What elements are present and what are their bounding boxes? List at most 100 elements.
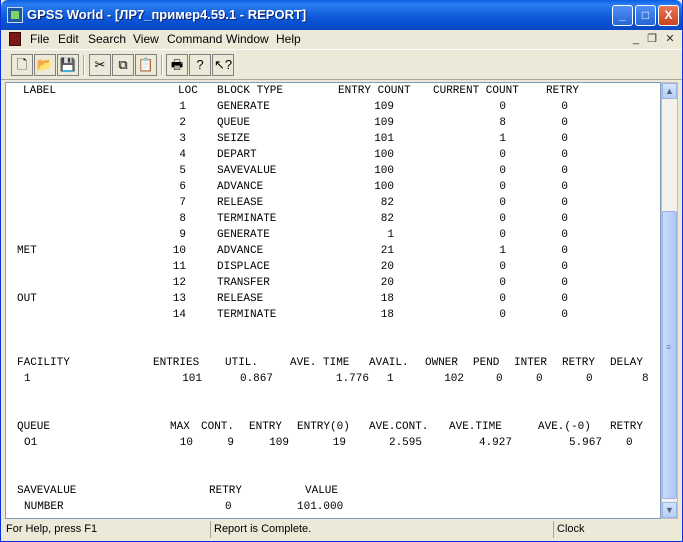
status-help: For Help, press F1	[6, 523, 98, 535]
facility-avail: 1	[387, 373, 394, 385]
block-entry-count: 100	[374, 149, 394, 161]
col-retry: RETRY	[610, 421, 644, 433]
blocks-header-row: LABEL LOC BLOCK TYPE ENTRY COUNT CURRENT…	[6, 83, 656, 99]
context-help-icon[interactable]: ↖?	[212, 54, 234, 76]
block-retry: 0	[561, 213, 568, 225]
gpss-app-icon[interactable]	[7, 7, 23, 23]
block-type: SAVEVALUE	[217, 165, 277, 177]
block-entry-count: 18	[380, 309, 394, 321]
block-entry-count: 109	[374, 101, 394, 113]
facility-entries: 101	[182, 373, 202, 385]
col-owner: OWNER	[425, 357, 459, 369]
open-folder-icon[interactable]: 📂	[34, 54, 56, 76]
block-retry: 0	[561, 293, 568, 305]
block-type: RELEASE	[217, 197, 264, 209]
printer-icon[interactable]: 🖶	[166, 54, 188, 76]
col-max: MAX	[170, 421, 190, 433]
queue-entry: 109	[269, 437, 289, 449]
col-savevalue: SAVEVALUE	[17, 485, 77, 497]
menu-help[interactable]: Help	[276, 32, 301, 46]
menu-bar: File Edit Search View Command Window Hel…	[1, 30, 682, 49]
queue-name: O1	[24, 437, 38, 449]
block-retry: 0	[561, 277, 568, 289]
block-current-count: 1	[499, 133, 506, 145]
menu-command[interactable]: Command	[167, 32, 222, 46]
block-type: GENERATE	[217, 101, 270, 113]
block-current-count: 0	[499, 309, 506, 321]
mdi-restore-button[interactable]: ❐	[644, 32, 660, 46]
block-type: TERMINATE	[217, 213, 277, 225]
menu-edit[interactable]: Edit	[58, 32, 79, 46]
col-ave-time: AVE.TIME	[449, 421, 502, 433]
scissors-icon[interactable]: ✂	[89, 54, 111, 76]
report-text-area[interactable]: LABEL LOC BLOCK TYPE ENTRY COUNT CURRENT…	[5, 82, 661, 519]
block-row: 3 SEIZE 101 1 0	[6, 131, 656, 147]
queue-entry0: 19	[332, 437, 346, 449]
block-row: 14 TERMINATE 18 0 0	[6, 307, 656, 323]
menu-file[interactable]: File	[30, 32, 49, 46]
block-type: RELEASE	[217, 293, 264, 305]
menu-search[interactable]: Search	[88, 32, 126, 46]
facility-row: 1 101 0.867 1.776 1 102 0 0 0 8	[6, 371, 656, 387]
block-current-count: 1	[499, 245, 506, 257]
block-row: OUT 13 RELEASE 18 0 0	[6, 291, 656, 307]
block-row: 2 QUEUE 109 8 0	[6, 115, 656, 131]
menu-view[interactable]: View	[133, 32, 159, 46]
block-type: TERMINATE	[217, 309, 277, 321]
col-queue: QUEUE	[17, 421, 51, 433]
menu-window[interactable]: Window	[226, 32, 269, 46]
queue-ave-time: 4.927	[478, 437, 512, 449]
scroll-up-arrow-icon[interactable]: ▲	[662, 83, 677, 99]
block-retry: 0	[561, 261, 568, 273]
queue-header-row: QUEUE MAX CONT. ENTRY ENTRY(0) AVE.CONT.…	[6, 419, 656, 435]
col-entry0: ENTRY(0)	[297, 421, 350, 433]
close-button[interactable]: X	[658, 5, 679, 26]
scroll-down-arrow-icon[interactable]: ▼	[662, 502, 677, 518]
col-loc: LOC	[178, 85, 198, 97]
vertical-scrollbar[interactable]: ▲ ≡ ▼	[661, 82, 678, 519]
savevalue-row: NUMBER 0 101.000	[6, 499, 656, 515]
toolbar: 🗋 📂 💾 ✂ ⧉ 📋 🖶 ? ↖?	[1, 49, 682, 80]
copy-icon[interactable]: ⧉	[112, 54, 134, 76]
block-loc: 3	[179, 133, 186, 145]
block-loc: 6	[179, 181, 186, 193]
minimize-button[interactable]: _	[612, 5, 633, 26]
block-loc: 8	[179, 213, 186, 225]
block-retry: 0	[561, 309, 568, 321]
block-loc: 4	[179, 149, 186, 161]
scrollbar-thumb[interactable]: ≡	[662, 211, 677, 499]
block-loc: 10	[172, 245, 186, 257]
col-retry: RETRY	[546, 85, 580, 97]
block-row: 8 TERMINATE 82 0 0	[6, 211, 656, 227]
col-retry: RETRY	[209, 485, 243, 497]
mdi-close-button[interactable]: ✕	[662, 32, 678, 46]
col-pend: PEND	[473, 357, 500, 369]
block-row: 5 SAVEVALUE 100 0 0	[6, 163, 656, 179]
block-type: ADVANCE	[217, 181, 264, 193]
facility-name: 1	[24, 373, 31, 385]
mdi-minimize-button[interactable]: _	[628, 32, 644, 46]
block-row: 4 DEPART 100 0 0	[6, 147, 656, 163]
block-loc: 2	[179, 117, 186, 129]
document-system-menu-icon[interactable]	[9, 32, 21, 46]
save-disk-icon[interactable]: 💾	[57, 54, 79, 76]
block-row: 1 GENERATE 109 0 0	[6, 99, 656, 115]
block-entry-count: 101	[374, 133, 394, 145]
new-document-icon[interactable]: 🗋	[11, 54, 33, 76]
col-delay: DELAY	[610, 357, 644, 369]
block-loc: 14	[172, 309, 186, 321]
block-row: 11 DISPLACE 20 0 0	[6, 259, 656, 275]
block-retry: 0	[561, 181, 568, 193]
title-bar[interactable]: GPSS World - [ЛР7_пример4.59.1 - REPORT]…	[1, 0, 682, 30]
block-retry: 0	[561, 117, 568, 129]
paste-icon[interactable]: 📋	[135, 54, 157, 76]
maximize-button[interactable]: □	[635, 5, 656, 26]
block-label: OUT	[17, 293, 37, 305]
savevalue-value: 101.000	[297, 501, 344, 513]
col-entry: ENTRY	[249, 421, 283, 433]
help-question-icon[interactable]: ?	[189, 54, 211, 76]
block-label: MET	[17, 245, 37, 257]
block-entry-count: 1	[387, 229, 394, 241]
queue-ave-cont: 2.595	[388, 437, 422, 449]
queue-retry: 0	[626, 437, 633, 449]
